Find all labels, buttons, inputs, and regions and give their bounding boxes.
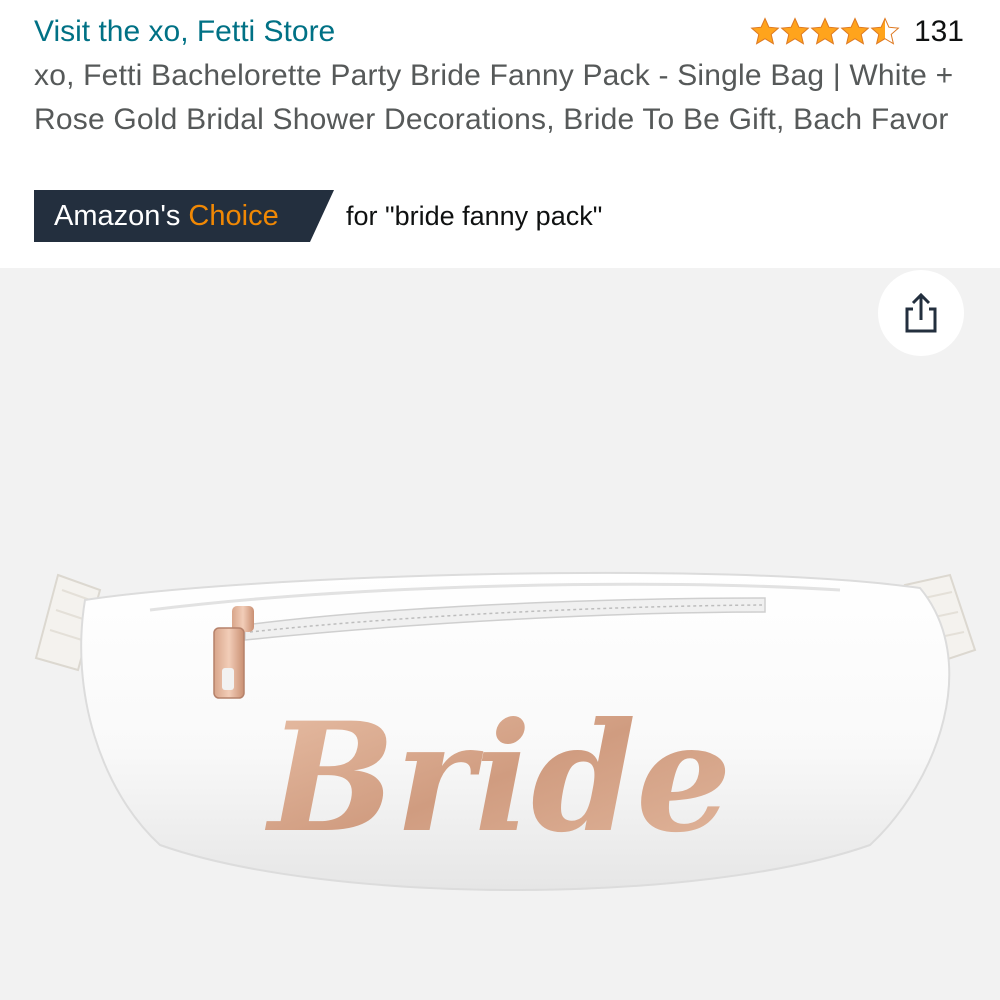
star-icon (870, 17, 900, 47)
badge-context: for "bride fanny pack" (346, 200, 603, 231)
star-icon (810, 17, 840, 47)
review-count[interactable]: 131 (914, 15, 964, 49)
amazons-choice-row: Amazon's Choice for "bride fanny pack" (34, 190, 602, 242)
product-image-area[interactable]: Bride (0, 268, 1000, 1000)
visit-store-link[interactable]: Visit the xo, Fetti Store (34, 12, 335, 52)
badge-prefix: Amazon's (54, 199, 181, 232)
star-icon (840, 17, 870, 47)
product-image[interactable]: Bride (0, 268, 1000, 1000)
bag-print-text: Bride (264, 690, 731, 866)
rating-summary[interactable]: 131 (750, 12, 964, 52)
amazons-choice-badge: Amazon's Choice (34, 190, 334, 242)
product-title: xo, Fetti Bachelorette Party Bride Fanny… (34, 59, 954, 136)
product-header: Visit the xo, Fetti Store 131 xo, Fetti … (0, 0, 1000, 268)
share-button[interactable] (878, 270, 964, 356)
star-icon (780, 17, 810, 47)
star-rating (750, 17, 900, 47)
share-icon (905, 292, 937, 333)
badge-highlight: Choice (188, 199, 279, 232)
star-icon (750, 17, 780, 47)
